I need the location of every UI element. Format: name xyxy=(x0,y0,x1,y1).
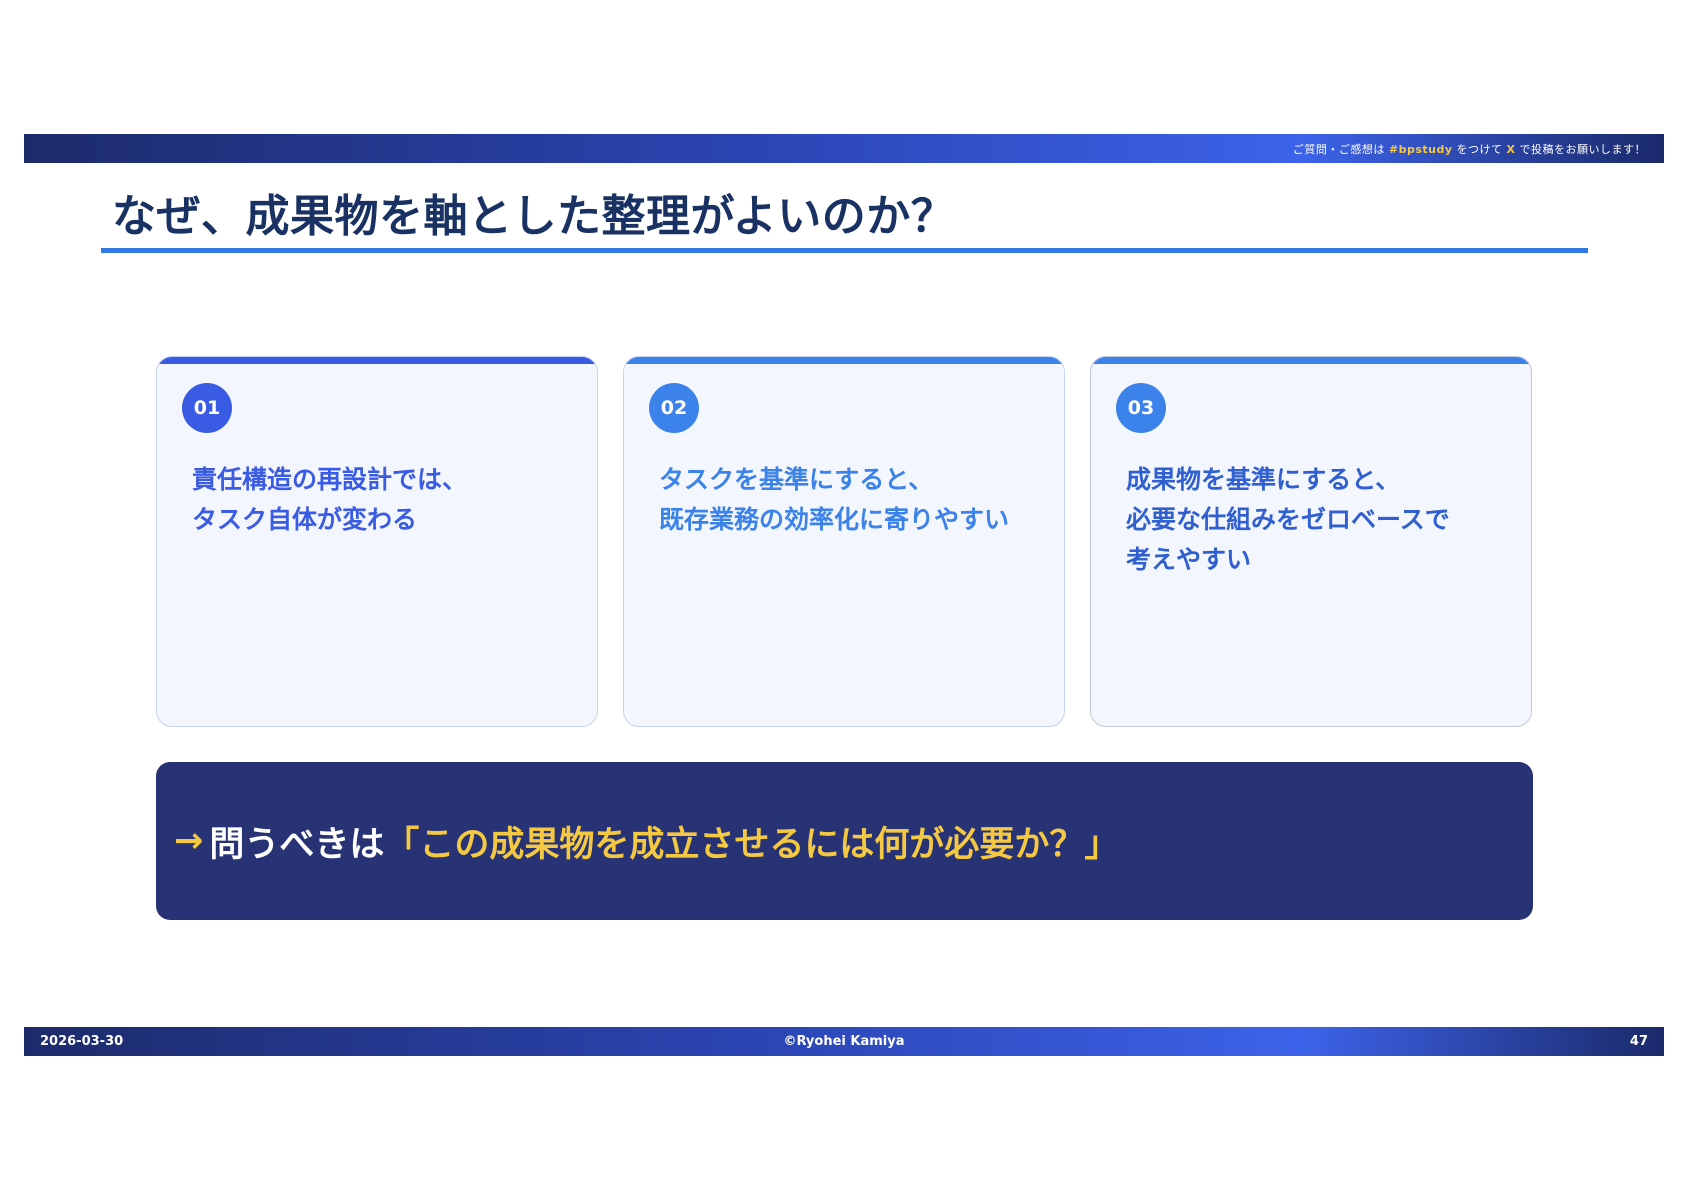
card-line: 考えやすい xyxy=(1126,545,1252,574)
footer-bar: 2026-03-30 ©Ryohei Kamiya 47 xyxy=(24,1027,1664,1056)
card-number-badge: 01 xyxy=(182,383,232,433)
title-underline xyxy=(101,248,1588,253)
card-number-badge: 02 xyxy=(649,383,699,433)
feedback-prefix: ご質問・ご感想は xyxy=(1292,142,1385,156)
card-line: タスク自体が変わる xyxy=(192,505,418,534)
callout-lead: 問うべきは xyxy=(209,824,385,865)
feedback-notice: ご質問・ご感想は #bpstudy をつけて X で投稿をお願いします！ xyxy=(1293,141,1646,157)
platform-name: X xyxy=(1506,142,1516,156)
feedback-suffix: で投稿をお願いします！ xyxy=(1519,142,1646,156)
header-bar: ご質問・ご感想は #bpstudy をつけて X で投稿をお願いします！ xyxy=(24,134,1664,163)
card-line: 成果物を基準にすると、 xyxy=(1126,465,1401,494)
card-accent-strip xyxy=(1091,357,1531,364)
card-text: 成果物を基準にすると、 必要な仕組みをゼロベースで 考えやすい xyxy=(1126,460,1521,580)
page-number: 47 xyxy=(1629,1034,1648,1049)
key-question-callout: → 問うべきは 「この成果物を成立させるには何が必要か？」 xyxy=(156,762,1533,920)
reason-card-3: 03 成果物を基準にすると、 必要な仕組みをゼロベースで 考えやすい xyxy=(1090,356,1532,727)
card-line: 責任構造の再設計では、 xyxy=(192,465,468,494)
reason-card-2: 02 タスクを基準にすると、 既存業務の効率化に寄りやすい xyxy=(623,356,1065,727)
card-line: 必要な仕組みをゼロベースで xyxy=(1126,505,1450,534)
callout-question: 「この成果物を成立させるには何が必要か？」 xyxy=(384,824,1120,865)
card-accent-strip xyxy=(624,357,1064,364)
hashtag: #bpstudy xyxy=(1388,142,1453,156)
card-text: タスクを基準にすると、 既存業務の効率化に寄りやすい xyxy=(659,460,1054,540)
slide: ご質問・ご感想は #bpstudy をつけて X で投稿をお願いします！ なぜ、… xyxy=(0,0,1684,1190)
card-line: 既存業務の効率化に寄りやすい xyxy=(659,505,1010,534)
card-text: 責任構造の再設計では、 タスク自体が変わる xyxy=(192,460,587,540)
card-accent-strip xyxy=(157,357,597,364)
feedback-middle: をつけて xyxy=(1456,142,1503,156)
page-title: なぜ、成果物を軸とした整理がよいのか？ xyxy=(112,191,956,242)
footer-copyright: ©Ryohei Kamiya xyxy=(783,1034,905,1049)
right-arrow-icon: → xyxy=(174,821,204,861)
card-number-badge: 03 xyxy=(1116,383,1166,433)
reason-card-1: 01 責任構造の再設計では、 タスク自体が変わる xyxy=(156,356,598,727)
card-line: タスクを基準にすると、 xyxy=(659,465,934,494)
